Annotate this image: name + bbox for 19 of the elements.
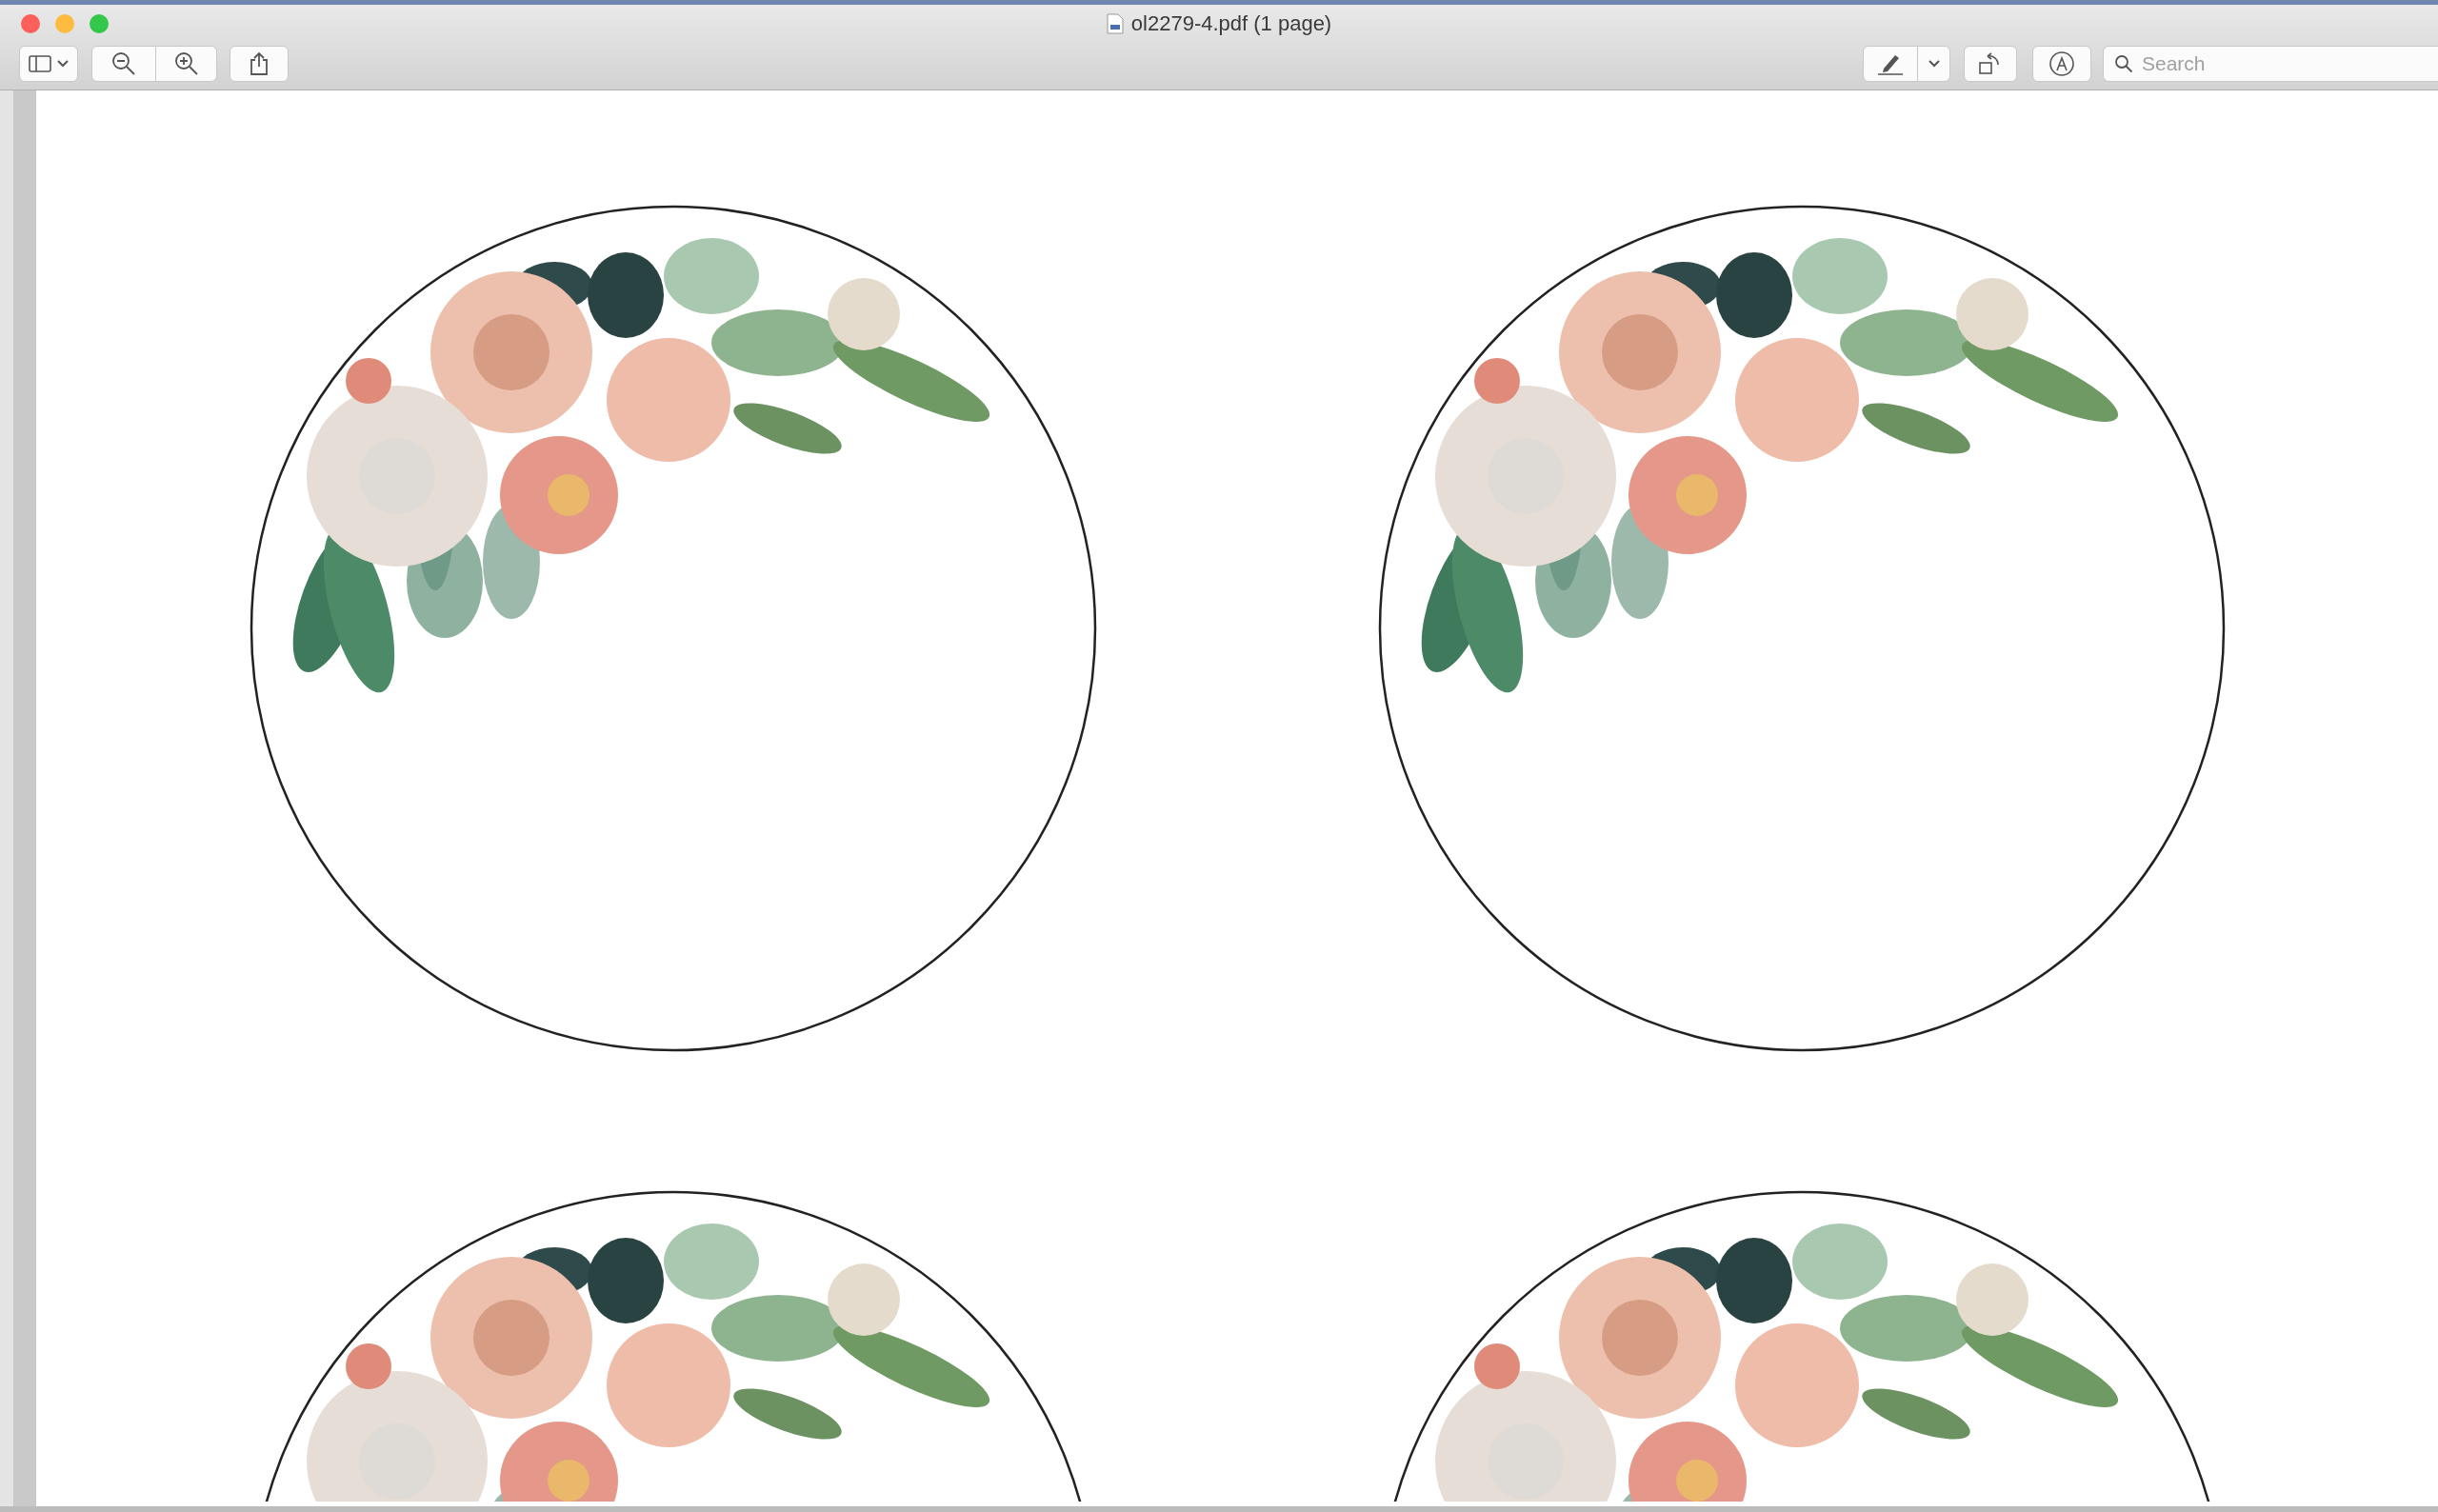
zoom-in-button[interactable] [156,46,217,82]
markup-dropdown-button[interactable] [1918,46,1950,82]
search-field[interactable]: Search [2103,46,2438,82]
rotate-button[interactable] [1964,46,2017,82]
pdf-document-icon [1106,13,1124,34]
annotate-button[interactable] [2032,46,2091,82]
markup-icon [2048,50,2075,77]
zoom-out-icon [111,51,136,76]
search-icon [2114,54,2133,73]
window-title: ol2279-4.pdf (1 page) [1130,11,1332,36]
share-button[interactable] [230,46,289,82]
zoom-out-button[interactable] [91,46,156,82]
share-icon [250,51,269,76]
chevron-down-icon [57,60,69,68]
sidebar-button[interactable] [19,46,78,82]
chevron-down-icon [1928,60,1940,68]
sidebar-icon [29,55,51,72]
zoom-in-icon [173,51,199,76]
markup-pen-button[interactable] [1863,46,1918,82]
